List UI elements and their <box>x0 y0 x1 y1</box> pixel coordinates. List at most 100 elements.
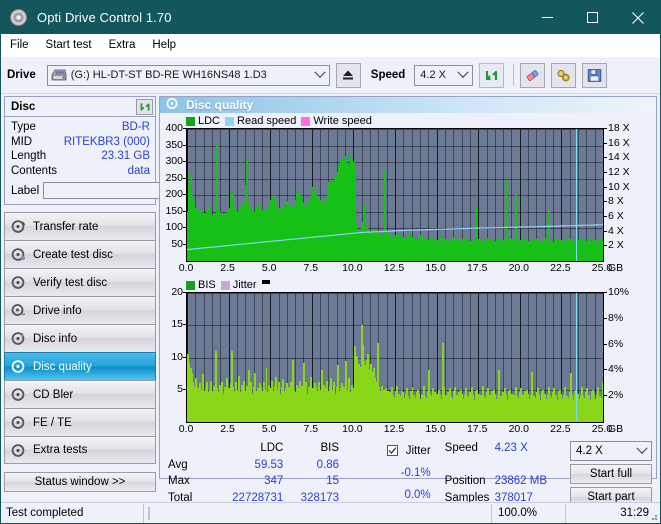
jitter-checkbox[interactable] <box>386 444 398 456</box>
toolbar-separator <box>513 64 515 86</box>
drive-select[interactable]: (G:) HL-DT-ST BD-RE WH16NS48 1.D3 <box>46 64 330 86</box>
x-tick-label: 5.0 <box>261 262 277 274</box>
window-controls <box>525 1 660 34</box>
menu-extra[interactable]: Extra <box>109 37 147 53</box>
minimize-icon[interactable] <box>525 1 570 34</box>
disc-length-value: 23.31 GB <box>101 150 150 162</box>
bis-legend: BIS Jitter <box>160 278 656 292</box>
chevron-down-icon[interactable] <box>633 442 651 461</box>
sidebar-label: Verify test disc <box>33 276 108 289</box>
speed-value: 4.2 X <box>420 69 446 81</box>
legend-jitter: Jitter <box>220 279 257 291</box>
legend-label-read-speed: Read speed <box>237 115 297 127</box>
disc-icon <box>11 443 26 458</box>
disc-icon <box>9 8 28 27</box>
x-tick-label: 20.0 <box>508 423 530 435</box>
disc-mid-key: MID <box>11 135 33 148</box>
progress-bar-wrap <box>144 504 491 523</box>
legend-marker-dash <box>261 279 270 284</box>
y-tick-label: 350 <box>165 138 183 151</box>
y2-tick-label: 6 X <box>608 210 624 222</box>
sidebar-item-create-test-disc[interactable]: Create test disc <box>4 240 156 268</box>
x-axis-unit: GB <box>608 262 624 274</box>
sidebar-item-disc-quality[interactable]: Disc quality <box>4 352 156 380</box>
sidebar-label: Create test disc <box>33 248 113 261</box>
stats-row-avg-label: Avg <box>168 458 188 471</box>
close-icon[interactable] <box>615 1 660 34</box>
legend-write-speed: Write speed <box>301 115 372 127</box>
ldc-y2-axis: 2 X 4 X 6 X 8 X 10 X 12 X 14 X 16 X 18 X <box>604 122 635 262</box>
disc-info-header: Disc <box>5 97 155 117</box>
readout-position-value: 23862 MB <box>494 475 547 488</box>
sidebar-item-fe-te[interactable]: FE / TE <box>4 408 156 436</box>
x-tick-label: 2.5 <box>220 262 235 274</box>
sidebar-item-transfer-rate[interactable]: Transfer rate <box>4 212 156 240</box>
sidebar-item-drive-info[interactable]: Drive info <box>4 296 156 324</box>
x-tick-label: 7.5 <box>303 262 319 274</box>
disc-icon <box>11 387 26 402</box>
sidebar-label: Drive info <box>33 304 82 317</box>
y-tick-label: 250 <box>165 171 183 184</box>
window-title: Opti Drive Control 1.70 <box>37 10 172 25</box>
stats-area: LDC BIS Avg 59.53 0.86 Max 347 15 Total … <box>160 440 656 507</box>
disc-label-row: Label <box>11 181 250 200</box>
readout-position-row: Position 23862 MB <box>445 474 564 491</box>
menu-start-test[interactable]: Start test <box>46 37 103 53</box>
resize-grip-icon[interactable] <box>648 511 658 521</box>
y2-tick-label: 18 X <box>608 122 630 134</box>
title-bar: Opti Drive Control 1.70 <box>1 1 660 34</box>
stats-row-max-ldc: 347 <box>264 475 284 488</box>
sidebar-label: FE / TE <box>33 416 72 429</box>
elapsed-time: 31:29 <box>565 503 660 523</box>
disc-quality-icon <box>166 97 179 113</box>
app-window: Opti Drive Control 1.70 File Start test … <box>0 0 661 524</box>
legend-swatch-bis <box>186 280 195 290</box>
x-tick-label: 10.0 <box>342 423 363 435</box>
readout-position-label: Position <box>444 475 486 488</box>
actions-column: 4.2 X Start full Start part <box>570 440 652 507</box>
disc-label-key: Label <box>11 184 40 197</box>
drive-toolbar: Drive (G:) HL-DT-ST BD-RE WH16NS48 1.D3 … <box>1 57 660 94</box>
disc-icon <box>11 331 26 346</box>
status-window-button[interactable]: Status window >> <box>4 472 156 492</box>
save-icon[interactable] <box>582 62 608 88</box>
eraser-icon[interactable] <box>520 62 546 88</box>
y2-tick-label: 6% <box>608 337 624 350</box>
stats-row-max-label: Max <box>168 475 190 488</box>
sidebar-item-disc-info[interactable]: Disc info <box>4 324 156 352</box>
x-tick-label: 17.5 <box>466 262 488 274</box>
disc-refresh-icon[interactable] <box>136 98 153 115</box>
legend-label-write-speed: Write speed <box>313 115 372 127</box>
menu-help[interactable]: Help <box>152 37 187 53</box>
chevron-down-icon[interactable] <box>311 66 329 85</box>
stats-row-avg-ldc: 59.53 <box>254 458 284 471</box>
test-speed-select[interactable]: 4.2 X <box>570 441 652 461</box>
disc-info-title: Disc <box>11 100 36 113</box>
legend-read-speed: Read speed <box>225 115 296 127</box>
x-tick-label: 2.5 <box>220 423 235 435</box>
start-full-button[interactable]: Start full <box>570 464 652 484</box>
table-row: -0.1% <box>361 462 431 484</box>
sidebar-item-cd-bler[interactable]: CD Bler <box>4 380 156 408</box>
chevron-down-icon[interactable] <box>454 66 472 85</box>
progress-percent: 100.0% <box>491 503 565 523</box>
disc-icon <box>11 415 26 430</box>
maximize-icon[interactable] <box>570 1 615 34</box>
speed-select[interactable]: 4.2 X <box>414 64 474 86</box>
x-tick-label: 12.5 <box>383 423 405 435</box>
tools-icon[interactable] <box>551 62 577 88</box>
menu-file[interactable]: File <box>10 37 40 53</box>
sidebar-item-verify-test-disc[interactable]: Verify test disc <box>4 268 156 296</box>
test-speed-value: 4.2 X <box>576 445 603 457</box>
readout-speed-label: Speed <box>444 441 478 454</box>
status-bar: Test completed 100.0% 31:29 <box>1 502 660 523</box>
left-sidebar: Disc Type BD-R MID RITEKBR3 (000) Length… <box>1 94 250 492</box>
x-tick-label: 7.5 <box>303 423 319 435</box>
refresh-icon[interactable] <box>479 62 505 88</box>
y2-tick-label: 16 X <box>608 136 630 149</box>
sidebar-item-extra-tests[interactable]: Extra tests <box>4 436 156 464</box>
jitter-header-row: Jitter <box>361 440 431 462</box>
ldc-chart: LDC Read speed Write speed 50 100 150 200 25… <box>160 114 656 276</box>
eject-icon[interactable] <box>335 62 361 88</box>
bis-x-axis: 0.0 2.5 5.0 7.5 10.0 12.5 15.0 17.5 20.0 22.5 25.0… <box>179 423 623 437</box>
